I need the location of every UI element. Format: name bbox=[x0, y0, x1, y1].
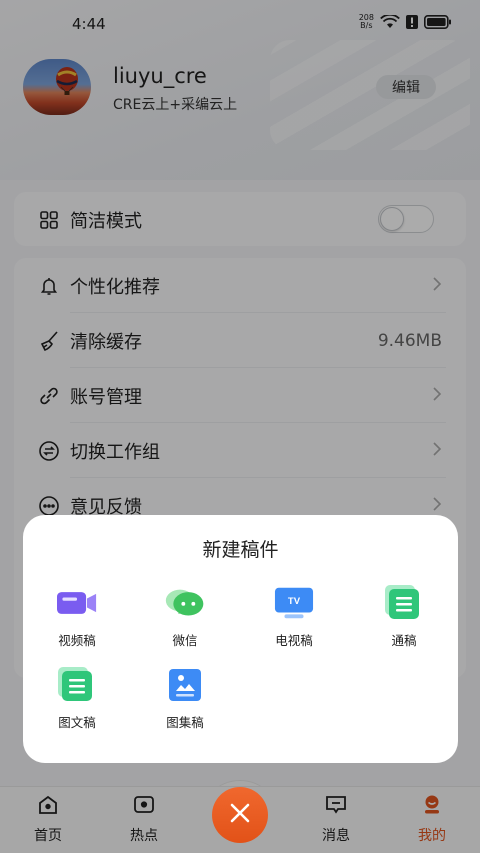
option-label: 图文稿 bbox=[58, 715, 96, 730]
option-label: 电视稿 bbox=[275, 633, 313, 648]
image-gallery-icon bbox=[165, 667, 205, 703]
video-camera-icon bbox=[57, 585, 97, 621]
option-label: 视频稿 bbox=[58, 633, 96, 648]
option-label: 图集稿 bbox=[166, 715, 204, 730]
option-video-draft[interactable]: 视频稿 bbox=[32, 585, 122, 649]
option-label: 通稿 bbox=[391, 633, 417, 648]
option-wire-draft[interactable]: 通稿 bbox=[359, 585, 449, 649]
tv-icon: TV bbox=[274, 585, 314, 621]
option-label: 微信 bbox=[172, 633, 198, 648]
option-wechat[interactable]: 微信 bbox=[140, 585, 230, 649]
sheet-title: 新建稿件 bbox=[202, 539, 279, 561]
option-tv-draft[interactable]: TV 电视稿 bbox=[249, 585, 339, 649]
option-article-draft[interactable]: 图文稿 bbox=[32, 667, 122, 731]
wechat-icon bbox=[165, 585, 205, 621]
option-gallery-draft[interactable]: 图集稿 bbox=[140, 667, 230, 731]
close-icon bbox=[229, 802, 251, 828]
document-stack-icon bbox=[57, 667, 97, 703]
close-sheet-button[interactable] bbox=[212, 787, 268, 843]
svg-text:TV: TV bbox=[288, 596, 301, 607]
document-stack-icon bbox=[384, 585, 424, 621]
new-draft-sheet: 新建稿件 视频稿 微信 TV 电视稿 通稿 图文稿 图集稿 bbox=[23, 515, 458, 763]
